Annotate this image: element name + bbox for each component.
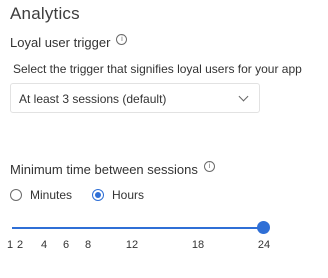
radio-minutes-label: Minutes — [30, 188, 73, 202]
loyal-trigger-label-row: Loyal user trigger i — [10, 34, 128, 50]
slider-tick: 24 — [257, 239, 271, 251]
info-icon[interactable]: i — [203, 161, 215, 172]
slider-tick: 12 — [125, 239, 139, 251]
min-time-label: Minimum time between sessions — [10, 162, 198, 177]
loyal-trigger-select[interactable]: At least 3 sessions (default) — [10, 83, 260, 113]
slider-track[interactable] — [12, 227, 264, 229]
radio-hours[interactable]: Hours — [92, 188, 144, 202]
min-time-label-row: Minimum time between sessions i — [10, 161, 215, 177]
page-title: Analytics — [10, 4, 80, 23]
radio-minutes[interactable]: Minutes — [10, 188, 72, 202]
slider-tick: 18 — [191, 239, 205, 251]
chevron-down-icon — [238, 91, 249, 102]
slider-tick: 2 — [16, 239, 24, 251]
slider-thumb[interactable] — [257, 221, 270, 234]
radio-hours-indicator[interactable] — [92, 189, 104, 201]
slider-tick: 8 — [84, 239, 92, 251]
loyal-trigger-select-value: At least 3 sessions (default) — [19, 92, 167, 106]
radio-hours-label: Hours — [112, 188, 145, 202]
info-icon[interactable]: i — [116, 34, 128, 45]
slider-tick: 6 — [62, 239, 70, 251]
slider-tick: 4 — [40, 239, 48, 251]
loyal-trigger-description: Select the trigger that signifies loyal … — [13, 62, 302, 76]
slider-tick: 1 — [6, 239, 14, 251]
loyal-trigger-label: Loyal user trigger — [10, 35, 111, 50]
radio-minutes-indicator[interactable] — [10, 189, 22, 201]
